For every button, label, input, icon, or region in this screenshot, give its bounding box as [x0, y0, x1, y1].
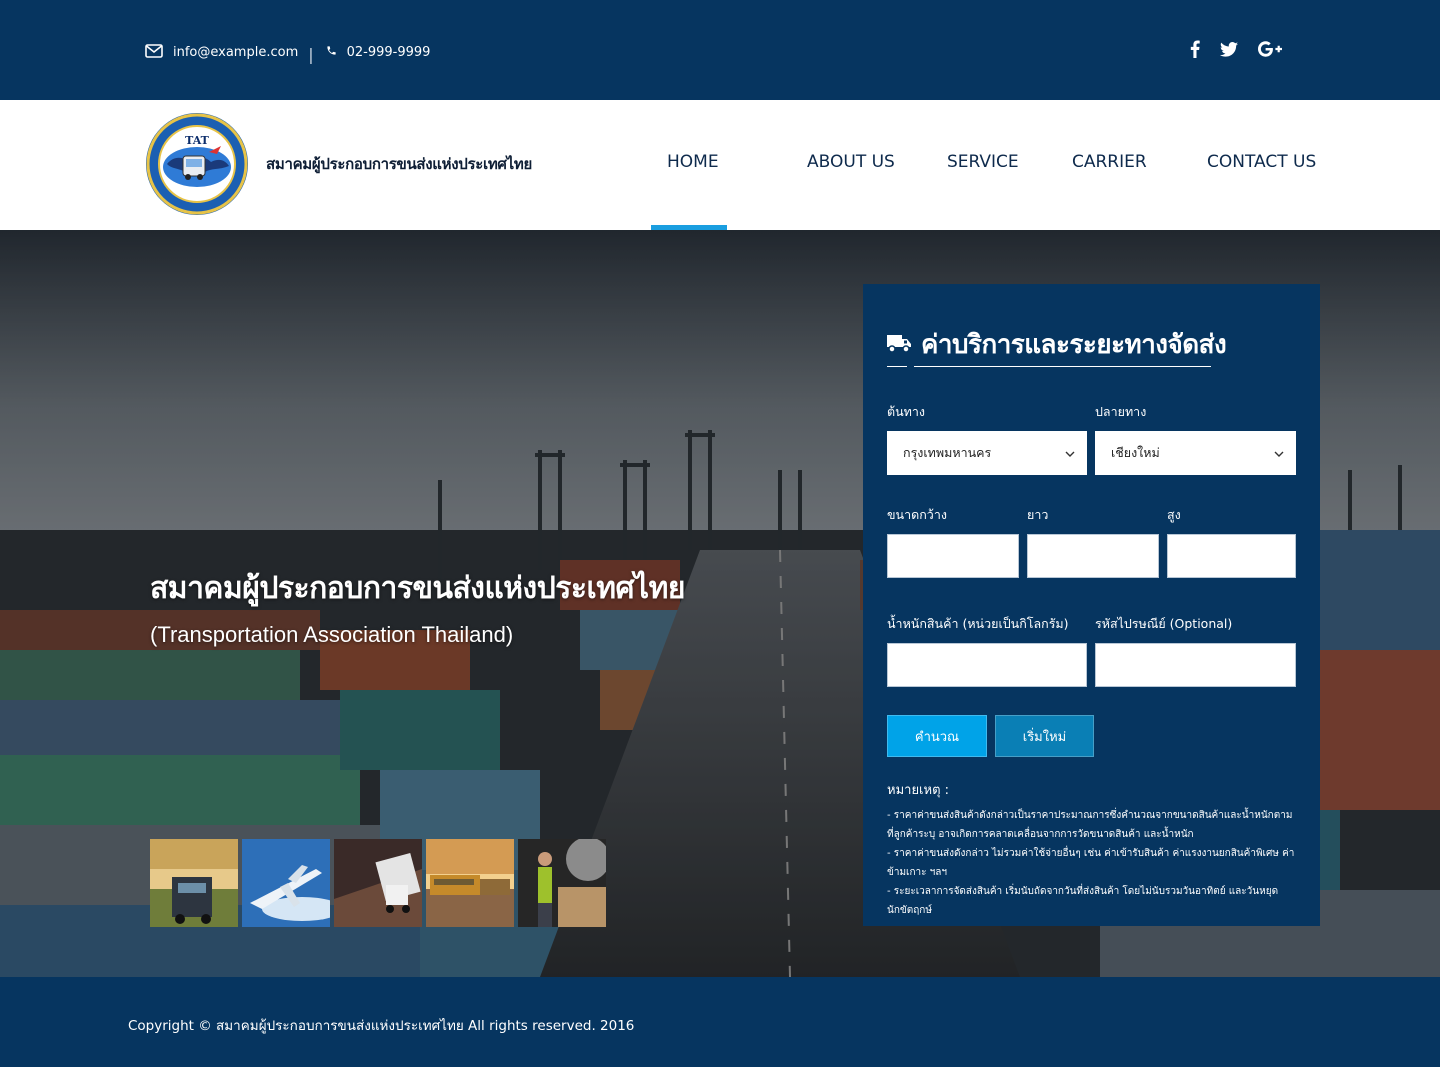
nav-carrier[interactable]: CARRIER [1072, 152, 1147, 172]
nav-about-us[interactable]: ABOUT US [807, 152, 895, 172]
destination-select-value: เชียงใหม่ [1111, 445, 1160, 460]
length-input[interactable] [1027, 534, 1159, 578]
origin-select[interactable]: กรุงเทพมหานคร [887, 431, 1087, 475]
brand-name[interactable]: สมาคมผู้ประกอบการขนส่งแห่งประเทศไทย [266, 152, 532, 176]
note-title: หมายเหตุ : [887, 783, 950, 798]
truck-thumbnail[interactable] [150, 839, 238, 927]
airplane-thumbnail[interactable] [242, 839, 330, 927]
postcode-label: รหัสไปรษณีย์ (Optional) [1095, 616, 1233, 631]
weight-input[interactable] [887, 643, 1087, 687]
length-label: ยาว [1027, 507, 1049, 522]
train-thumbnail[interactable] [426, 839, 514, 927]
destination-label: ปลายทาง [1095, 404, 1147, 419]
google-plus-icon[interactable] [1258, 41, 1282, 61]
email-link[interactable]: info@example.com [173, 45, 298, 60]
social-links [1190, 40, 1282, 62]
nav-contact-us[interactable]: CONTACT US [1207, 152, 1316, 172]
note-item: - ระยะเวลาการจัดส่งสินค้า เริ่มนับถัดจาก… [887, 886, 1279, 916]
chevron-down-icon [1274, 446, 1284, 461]
notes-list: - ราคาค่าขนส่งสินค้าดังกล่าวเป็นราคาประม… [887, 806, 1297, 920]
nav-service[interactable]: SERVICE [947, 152, 1019, 172]
phone-link[interactable]: 02-999-9999 [347, 45, 431, 60]
title-underline-short [887, 366, 907, 367]
calculate-button[interactable]: คำนวณ [887, 715, 987, 757]
origin-label: ต้นทาง [887, 404, 926, 419]
warehouse-worker-thumbnail[interactable] [518, 839, 606, 927]
top-bar: info@example.com | 02-999-9999 [0, 0, 1440, 100]
copyright-text: Copyright © สมาคมผู้ประกอบการขนส่งแห่งปร… [128, 1018, 635, 1034]
origin-select-value: กรุงเทพมหานคร [903, 445, 992, 460]
reset-button[interactable]: เริ่มใหม่ [995, 715, 1094, 757]
postcode-input[interactable] [1095, 643, 1296, 687]
weight-label: น้ำหนักสินค้า (หน่วยเป็นกิโลกรัม) [887, 616, 1069, 631]
destination-select[interactable]: เชียงใหม่ [1095, 431, 1296, 475]
height-input[interactable] [1167, 534, 1296, 578]
contact-info: info@example.com | 02-999-9999 [145, 43, 431, 64]
hero-subtitle: (Transportation Association Thailand) [150, 622, 514, 647]
title-underline [914, 366, 1211, 367]
nav-home[interactable]: HOME [667, 152, 719, 172]
logo-text: TAT [185, 134, 210, 147]
phone-icon [326, 45, 337, 60]
panel-title: ค่าบริการและระยะทางจัดส่ง [921, 330, 1227, 360]
chevron-down-icon [1065, 446, 1075, 461]
shipping-calculator-panel: ค่าบริการและระยะทางจัดส่ง ต้นทาง ปลายทาง… [863, 284, 1320, 926]
twitter-icon[interactable] [1220, 41, 1238, 61]
contact-separator: | [308, 45, 314, 64]
thumbnail-gallery [150, 839, 606, 927]
height-label: สูง [1167, 507, 1181, 522]
truck-icon [887, 330, 911, 360]
trucks-road-thumbnail[interactable] [334, 839, 422, 927]
hero-title: สมาคมผู้ประกอบการขนส่งแห่งประเทศไทย [150, 571, 686, 606]
tat-logo[interactable]: TAT [145, 112, 249, 216]
note-item: - ราคาค่าขนส่งดังกล่าว ไม่รวมค่าใช้จ่ายอ… [887, 848, 1295, 878]
facebook-icon[interactable] [1190, 40, 1200, 62]
site-header: TAT สมาคมผู้ประกอบการขนส่งแห่งประเทศไทย … [0, 100, 1440, 230]
envelope-icon [145, 43, 163, 62]
width-label: ขนาดกว้าง [887, 507, 947, 522]
site-footer: Copyright © สมาคมผู้ประกอบการขนส่งแห่งปร… [0, 977, 1440, 1067]
panel-heading: ค่าบริการและระยะทางจัดส่ง [887, 324, 1227, 365]
note-item: - ราคาค่าขนส่งสินค้าดังกล่าวเป็นราคาประม… [887, 810, 1293, 840]
width-input[interactable] [887, 534, 1019, 578]
